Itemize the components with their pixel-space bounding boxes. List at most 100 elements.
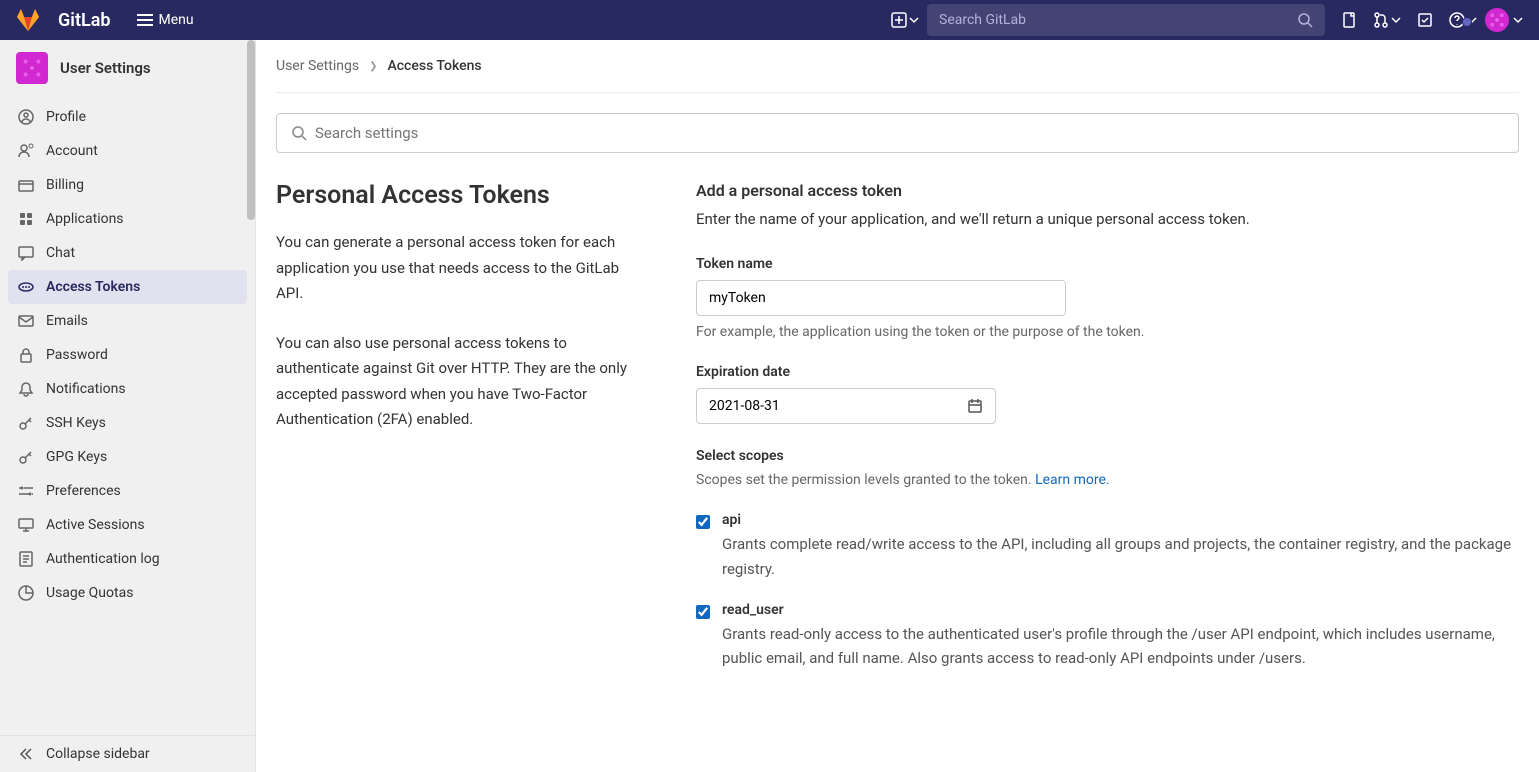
billing-icon <box>18 177 34 193</box>
user-menu-dropdown[interactable] <box>1485 8 1523 32</box>
sidebar-item-profile[interactable]: Profile <box>8 100 247 134</box>
sidebar-item-preferences[interactable]: Preferences <box>8 474 247 508</box>
todos-nav-icon[interactable] <box>1409 4 1441 36</box>
document-icon <box>1341 12 1357 28</box>
form-instruction: Enter the name of your application, and … <box>696 210 1519 228</box>
expiration-label: Expiration date <box>696 364 1519 380</box>
quota-icon <box>18 585 34 601</box>
chevron-down-icon <box>1391 15 1401 25</box>
sidebar-item-label: SSH Keys <box>46 415 106 431</box>
sidebar-item-gpg-keys[interactable]: GPG Keys <box>8 440 247 474</box>
sidebar-item-label: Usage Quotas <box>46 585 133 601</box>
sidebar-item-label: Preferences <box>46 483 121 499</box>
scope-checkbox-api[interactable] <box>696 515 710 529</box>
sidebar-item-ssh-keys[interactable]: SSH Keys <box>8 406 247 440</box>
emails-icon <box>18 313 34 329</box>
issues-nav-icon[interactable] <box>1333 4 1365 36</box>
sidebar-title: User Settings <box>60 59 151 77</box>
todo-icon <box>1417 12 1433 28</box>
monitor-icon <box>18 517 34 533</box>
sidebar-item-label: Authentication log <box>46 551 160 567</box>
bell-icon <box>18 381 34 397</box>
global-search-input[interactable] <box>939 12 1297 28</box>
sidebar-item-label: Account <box>46 143 98 159</box>
chevron-right-icon: ❯ <box>369 61 377 72</box>
collapse-sidebar-label: Collapse sidebar <box>46 746 150 762</box>
settings-search[interactable] <box>276 113 1519 153</box>
help-dropdown[interactable] <box>1449 12 1477 28</box>
plus-square-icon <box>891 12 907 28</box>
sidebar-item-applications[interactable]: Applications <box>8 202 247 236</box>
breadcrumb-root[interactable]: User Settings <box>276 58 359 74</box>
form-heading: Add a personal access token <box>696 181 1519 200</box>
hamburger-icon <box>137 12 153 28</box>
key-icon <box>18 415 34 431</box>
gitlab-logo-icon[interactable] <box>16 8 40 32</box>
prefs-icon <box>18 483 34 499</box>
account-icon <box>18 143 34 159</box>
chat-icon <box>18 245 34 261</box>
calendar-icon <box>967 398 983 414</box>
learn-more-link[interactable]: Learn more. <box>1035 472 1110 488</box>
sidebar-item-label: Emails <box>46 313 88 329</box>
chevron-down-icon <box>909 15 919 25</box>
log-icon <box>18 551 34 567</box>
user-avatar-icon <box>16 52 48 84</box>
scope-desc: Grants complete read/write access to the… <box>722 532 1519 582</box>
scope-read_user: read_user Grants read-only access to the … <box>696 602 1519 672</box>
collapse-sidebar-button[interactable]: Collapse sidebar <box>0 735 255 772</box>
sidebar-item-authentication-log[interactable]: Authentication log <box>8 542 247 576</box>
user-avatar-icon <box>1485 8 1509 32</box>
sidebar-item-label: GPG Keys <box>46 449 107 465</box>
menu-button[interactable]: Menu <box>129 8 202 32</box>
question-circle-icon <box>1449 12 1465 28</box>
token-name-label: Token name <box>696 256 1519 272</box>
section-title: Personal Access Tokens <box>276 181 646 210</box>
scope-checkbox-read_user[interactable] <box>696 605 710 619</box>
section-desc-2: You can also use personal access tokens … <box>276 331 646 433</box>
scopes-label: Select scopes <box>696 448 1519 464</box>
sidebar-item-notifications[interactable]: Notifications <box>8 372 247 406</box>
menu-label: Menu <box>159 12 194 28</box>
settings-search-input[interactable] <box>315 124 1504 142</box>
lock-icon <box>18 347 34 363</box>
sidebar-item-account[interactable]: Account <box>8 134 247 168</box>
sidebar-item-label: Notifications <box>46 381 126 397</box>
search-icon <box>291 125 307 141</box>
scope-name: api <box>722 512 1519 528</box>
global-search[interactable] <box>927 4 1325 36</box>
expiration-date-picker[interactable] <box>696 388 996 424</box>
token-name-help: For example, the application using the t… <box>696 324 1519 340</box>
sidebar-item-emails[interactable]: Emails <box>8 304 247 338</box>
scope-desc: Grants read-only access to the authentic… <box>722 622 1519 672</box>
merge-request-icon <box>1373 12 1389 28</box>
breadcrumb: User Settings ❯ Access Tokens <box>276 40 1519 93</box>
sidebar-item-access-tokens[interactable]: Access Tokens <box>8 270 247 304</box>
breadcrumb-current: Access Tokens <box>387 58 481 74</box>
scope-api: api Grants complete read/write access to … <box>696 512 1519 582</box>
search-icon <box>1297 12 1313 28</box>
sidebar-item-usage-quotas[interactable]: Usage Quotas <box>8 576 247 610</box>
scope-name: read_user <box>722 602 1519 618</box>
chevron-down-icon <box>1467 15 1477 25</box>
chevron-double-left-icon <box>18 746 34 762</box>
sidebar-item-chat[interactable]: Chat <box>8 236 247 270</box>
token-icon <box>18 279 34 295</box>
expiration-date-input[interactable] <box>709 398 967 414</box>
merge-requests-dropdown[interactable] <box>1373 12 1401 28</box>
sidebar-scrollbar[interactable] <box>247 40 255 772</box>
gitlab-wordmark[interactable]: GitLab <box>58 10 111 31</box>
sidebar-item-password[interactable]: Password <box>8 338 247 372</box>
sidebar-item-label: Billing <box>46 177 84 193</box>
sidebar-item-label: Active Sessions <box>46 517 145 533</box>
new-dropdown[interactable] <box>891 12 919 28</box>
sidebar-item-label: Chat <box>46 245 75 261</box>
sidebar-item-label: Applications <box>46 211 124 227</box>
sidebar-item-label: Access Tokens <box>46 279 140 295</box>
token-name-input[interactable] <box>696 280 1066 316</box>
sidebar-item-active-sessions[interactable]: Active Sessions <box>8 508 247 542</box>
section-desc-1: You can generate a personal access token… <box>276 230 646 307</box>
scopes-help: Scopes set the permission levels granted… <box>696 472 1519 488</box>
sidebar-item-billing[interactable]: Billing <box>8 168 247 202</box>
sidebar-header[interactable]: User Settings <box>0 40 255 96</box>
